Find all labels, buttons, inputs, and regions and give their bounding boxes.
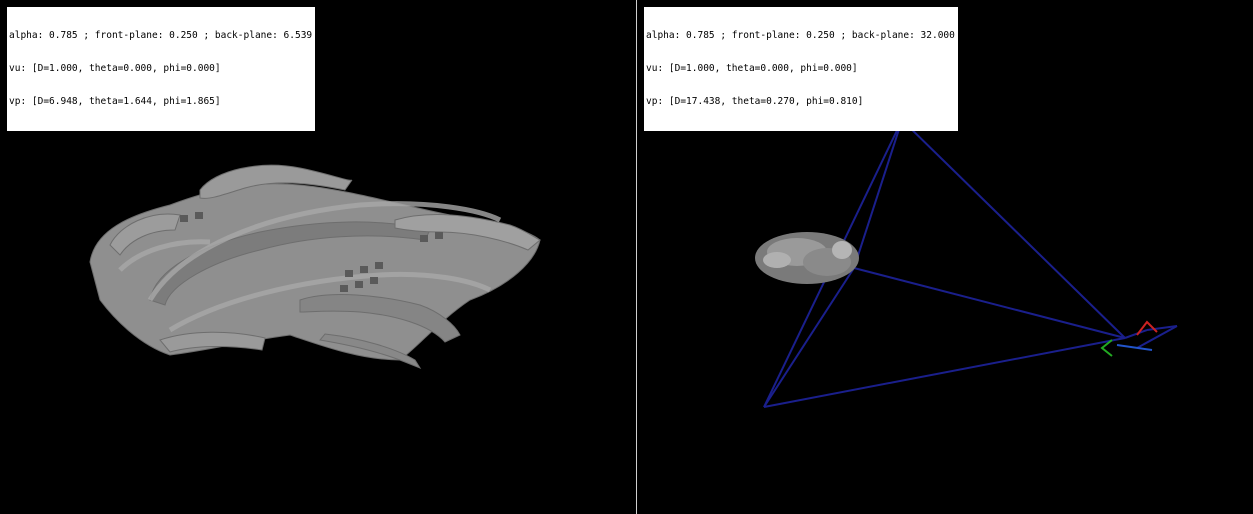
right-vp-text: vp: [D=17.438, theta=0.270, phi=0.810] [646,96,864,107]
axis-gizmo [1100,320,1158,357]
right-vu-text: vu: [D=1.000, theta=0.000, phi=0.000] [646,63,858,74]
left-alpha-planes-text: alpha: 0.785 ; front-plane: 0.250 ; back… [9,30,313,41]
left-vp-text: vp: [D=6.948, theta=1.644, phi=1.865] [9,96,221,107]
left-vu-text: vu: [D=1.000, theta=0.000, phi=0.000] [9,63,221,74]
right-camera-info-panel: alpha: 0.785 ; front-plane: 0.250 ; back… [644,7,958,131]
left-camera-info-panel: alpha: 0.785 ; front-plane: 0.250 ; back… [7,7,316,131]
protein-mesh [89,164,541,370]
protein-thumbnail [755,232,859,284]
left-3d-viewport[interactable]: alpha: 0.785 ; front-plane: 0.250 ; back… [0,0,636,514]
right-3d-viewport[interactable]: alpha: 0.785 ; front-plane: 0.250 ; back… [637,0,1253,514]
right-alpha-planes-text: alpha: 0.785 ; front-plane: 0.250 ; back… [646,30,955,41]
